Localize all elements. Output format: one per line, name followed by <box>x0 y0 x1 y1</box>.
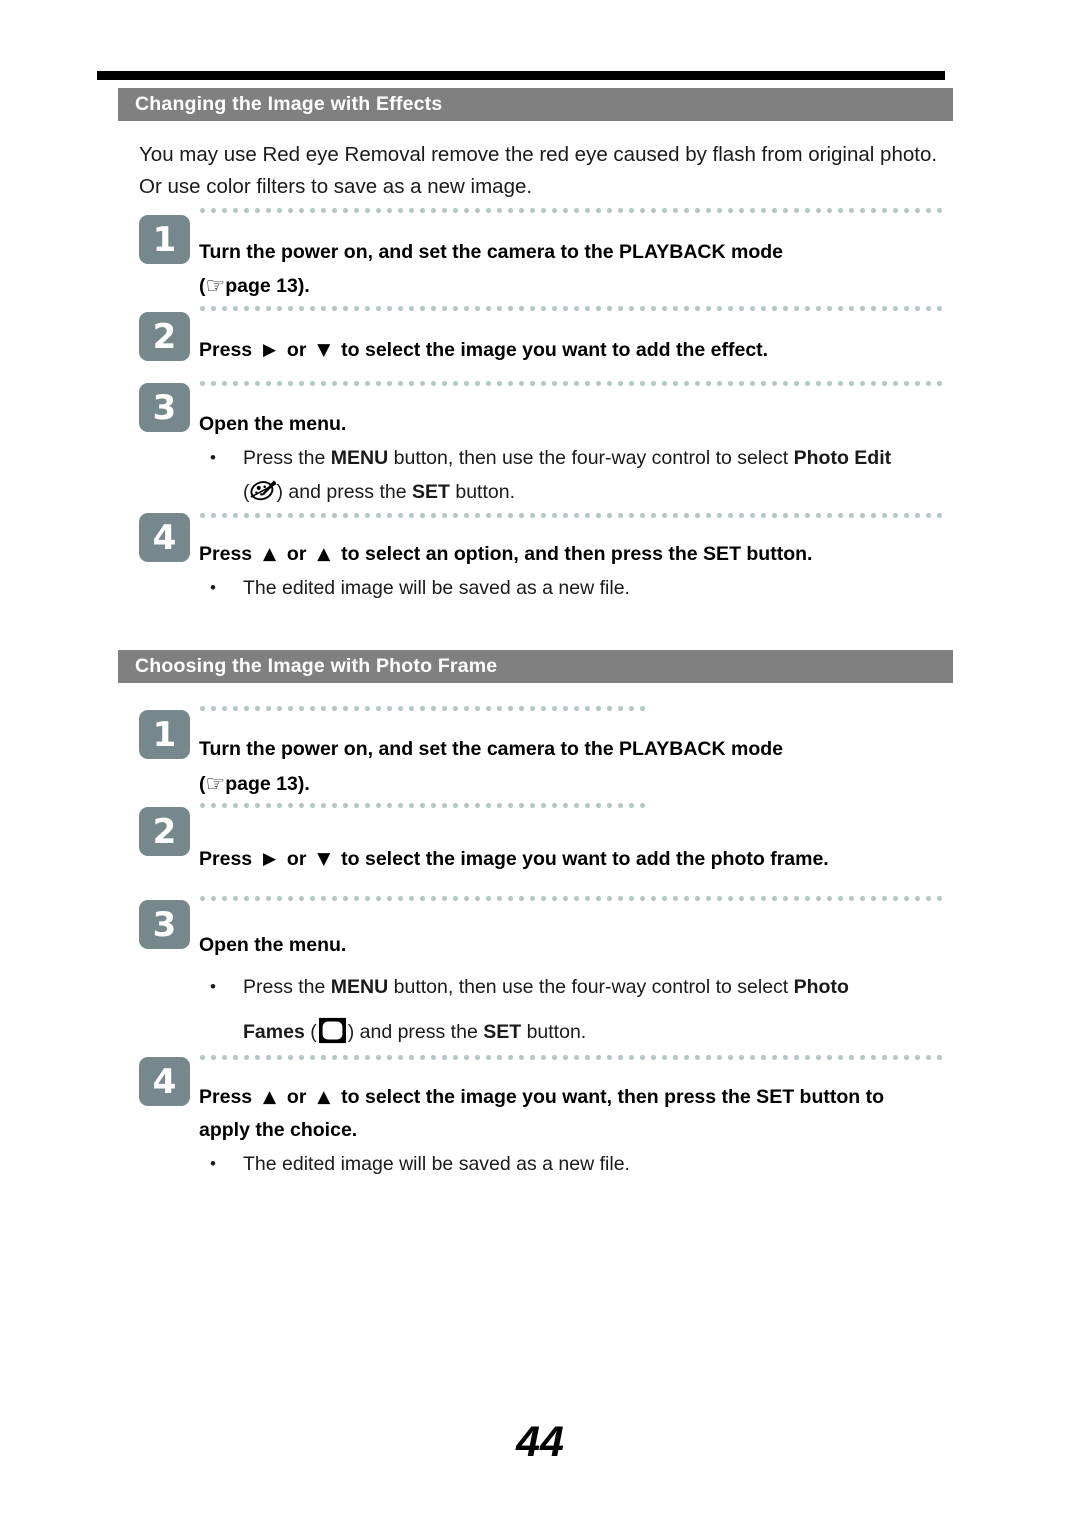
step-number-box: 4 <box>139 513 190 562</box>
up-arrow-icon: ▲ <box>262 544 277 564</box>
menu-button-label: MENU <box>330 447 389 469</box>
step-1-page-ref: page 13). <box>225 275 310 297</box>
top-rule <box>97 71 945 80</box>
step-number-box: 4 <box>139 1057 190 1106</box>
right-arrow-icon: ▶ <box>262 849 277 869</box>
step-1-line-1: Turn the power on, and set the camera to… <box>199 738 784 760</box>
step-2-tail: to select the image you want to add the … <box>341 848 829 870</box>
up-arrow-icon: ▲ <box>317 544 331 564</box>
pointing-hand-icon: ☞ <box>205 772 226 797</box>
step-divider-dots <box>197 381 947 386</box>
step-divider-dots <box>197 208 947 213</box>
bullet-part-4: button. <box>526 1021 587 1043</box>
bullet-part-1: Press the <box>243 447 326 469</box>
or-label: or <box>286 1086 307 1108</box>
down-arrow-icon: ▼ <box>317 849 331 869</box>
step-number-box: 3 <box>139 900 190 949</box>
step-3-bullet-cont: ( ) and press the SET button. <box>243 475 515 509</box>
set-button-label: SET <box>483 1021 522 1043</box>
step-4-tail: to select an option, and then press the … <box>341 543 813 565</box>
press-label: Press <box>199 543 253 565</box>
or-label: or <box>286 848 307 870</box>
photo-label: Photo <box>793 976 849 998</box>
step-4-bullet-text: The edited image will be saved as a new … <box>243 577 630 599</box>
section-title-bar: Changing the Image with Effects <box>118 88 953 121</box>
or-label: or <box>286 543 307 565</box>
step-2-text: Press ▶ or ▼ to select the image you wan… <box>199 334 768 368</box>
step-4-text: Press ▲ or ▲ to select an option, and th… <box>199 538 812 572</box>
press-label: Press <box>199 848 253 870</box>
intro-line-2: Or use color filters to save as a new im… <box>139 175 533 198</box>
menu-button-label: MENU <box>330 976 389 998</box>
step-3-bullet: • Press the MENU button, then use the fou… <box>210 441 892 475</box>
section-title-text: Choosing the Image with Photo Frame <box>135 655 498 677</box>
step-4-text: Press ▲ or ▲ to select the image you wan… <box>199 1081 884 1115</box>
step-divider-dots <box>197 1055 947 1060</box>
bullet-part-3: ) and press the <box>347 1021 478 1043</box>
step-1-page-ref: page 13). <box>225 773 310 795</box>
right-arrow-icon: ▶ <box>262 340 277 360</box>
down-arrow-icon: ▼ <box>317 340 331 360</box>
press-label: Press <box>199 339 253 361</box>
bullet-dot: • <box>210 977 216 996</box>
section-title-text: Changing the Image with Effects <box>135 93 443 115</box>
step-1-line-2: (☞page 13). <box>199 767 310 801</box>
bullet-dot: • <box>210 1154 216 1173</box>
bullet-dot: • <box>210 448 216 467</box>
section-header-photo-frame: Choosing the Image with Photo Frame <box>118 650 953 683</box>
step-1-line-2: (☞page 13). <box>199 269 310 303</box>
step-4-bullet-text: The edited image will be saved as a new … <box>243 1153 630 1175</box>
bullet-part-3: ) and press the <box>276 481 407 503</box>
document-page: Changing the Image with Effects You may … <box>0 0 1080 1527</box>
step-4-tail: to select the image you want, then press… <box>341 1086 884 1108</box>
step-2-text: Press ▶ or ▼ to select the image you wan… <box>199 843 829 877</box>
section-title-bar: Choosing the Image with Photo Frame <box>118 650 953 683</box>
step-4-bullet: • The edited image will be saved as a new… <box>210 1147 630 1181</box>
up-arrow-icon: ▲ <box>262 1087 277 1107</box>
step-4-bullet: • The edited image will be saved as a new… <box>210 571 630 605</box>
bullet-part-2: button, then use the four-way control to… <box>393 447 789 469</box>
step-number-box: 1 <box>139 710 190 759</box>
bullet-part-1: Press the <box>243 976 326 998</box>
section-header-effects: Changing the Image with Effects <box>97 71 953 121</box>
step-3-bullet: • Press the MENU button, then use the fou… <box>210 970 849 1004</box>
pointing-hand-icon: ☞ <box>205 274 226 299</box>
palette-icon <box>249 478 277 505</box>
step-3-heading: Open the menu. <box>199 413 347 435</box>
step-divider-dots <box>197 803 645 808</box>
step-divider-dots <box>197 896 947 901</box>
step-divider-dots <box>197 706 645 711</box>
step-number-box: 1 <box>139 215 190 264</box>
intro-line-1: You may use Red eye Removal remove the r… <box>139 143 938 166</box>
frames-label: Fames <box>243 1021 305 1043</box>
bullet-part-2: button, then use the four-way control to… <box>393 976 789 998</box>
step-1-line-1: Turn the power on, and set the camera to… <box>199 241 784 263</box>
step-4-text-line-2: apply the choice. <box>199 1119 358 1141</box>
step-number-box: 2 <box>139 807 190 856</box>
bullet-part-4: button. <box>455 481 515 503</box>
step-2-tail: to select the image you want to add the … <box>341 339 769 361</box>
or-label: or <box>286 339 307 361</box>
photo-frame-icon <box>317 1017 348 1044</box>
press-label: Press <box>199 1086 253 1108</box>
step-3-bullet-cont: Fames ( ) and press the SET button. <box>243 1015 586 1049</box>
step-number-box: 2 <box>139 312 190 361</box>
bullet-dot: • <box>210 578 216 597</box>
set-button-label: SET <box>412 481 450 503</box>
step-3-heading: Open the menu. <box>199 934 347 956</box>
photo-edit-label: Photo Edit <box>793 447 892 469</box>
step-number-box: 3 <box>139 383 190 432</box>
step-divider-dots <box>197 306 947 311</box>
step-divider-dots <box>197 513 947 518</box>
up-arrow-icon: ▲ <box>317 1087 331 1107</box>
page-number: 44 <box>516 1418 564 1466</box>
